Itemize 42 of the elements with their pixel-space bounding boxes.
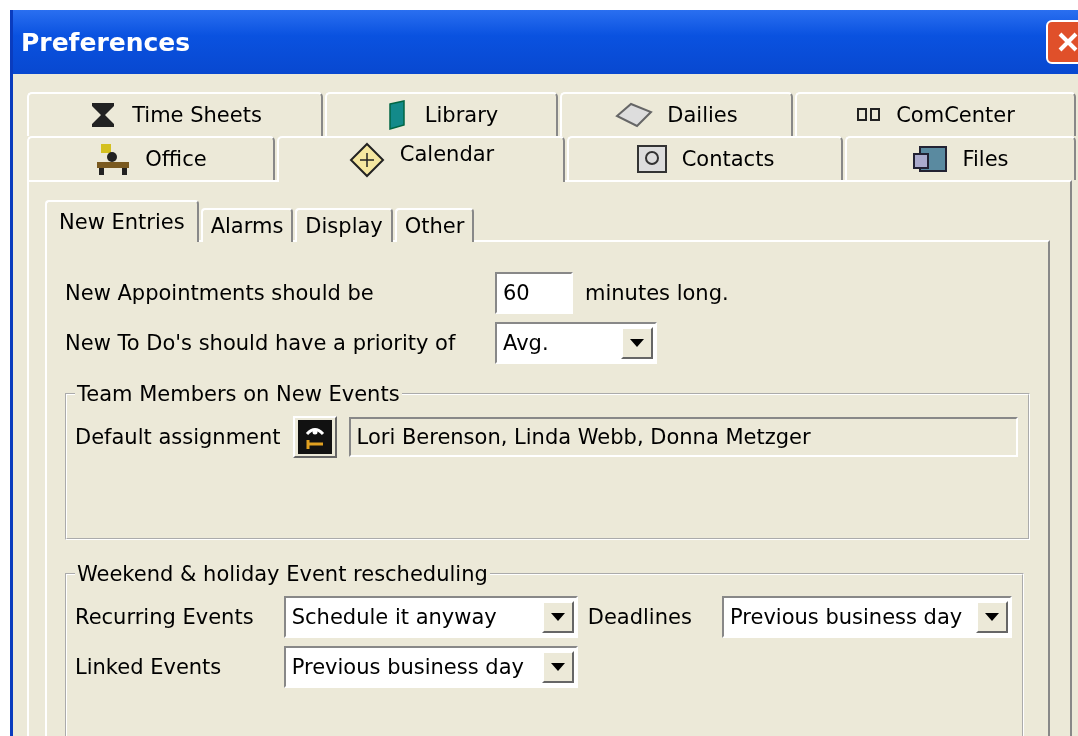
field-label: Recurring Events: [75, 605, 255, 629]
recurring-dropdown[interactable]: Schedule it anyway: [283, 596, 578, 638]
field-label: Linked Events: [75, 655, 223, 679]
pick-team-button[interactable]: [292, 416, 337, 458]
close-button[interactable]: [1046, 20, 1078, 64]
caret-icon: [550, 663, 565, 671]
tab[interactable]: Office: [27, 136, 275, 180]
dropdown-button[interactable]: [541, 601, 574, 633]
tab[interactable]: Time Sheets: [27, 92, 323, 136]
tab[interactable]: Calendar: [277, 136, 565, 182]
dropdown-button[interactable]: [621, 327, 653, 359]
desk-icon: [95, 142, 132, 176]
group-title: Team Members on New Events: [76, 382, 401, 406]
caret-icon: [630, 339, 644, 347]
dropdown-button[interactable]: [541, 651, 574, 683]
field-label: Deadlines: [587, 605, 693, 629]
tab[interactable]: Display: [295, 208, 393, 242]
tab[interactable]: Alarms: [200, 208, 294, 242]
tab[interactable]: New Entries: [45, 200, 199, 242]
tab[interactable]: Dailies: [560, 92, 793, 136]
tab[interactable]: Contacts: [567, 136, 843, 180]
caret-icon: [550, 613, 565, 621]
tab[interactable]: Other: [394, 208, 475, 242]
field-label: New To Do's should have a priority of: [65, 331, 457, 355]
group-title: Weekend & holiday Event rescheduling: [76, 562, 489, 586]
window-title: Preferences: [21, 27, 191, 57]
person-picker-icon: [297, 420, 332, 454]
tab[interactable]: Library: [325, 92, 558, 136]
dropdown-button[interactable]: [976, 601, 1008, 633]
tab[interactable]: ComCenter: [795, 92, 1076, 136]
minutes-field[interactable]: 60: [495, 272, 573, 314]
linked-dropdown[interactable]: Previous business day: [283, 646, 578, 688]
tab[interactable]: Files: [845, 136, 1076, 180]
close-icon: [1056, 30, 1078, 54]
field-suffix: minutes long.: [585, 281, 729, 305]
field-label: New Appointments should be: [65, 281, 375, 305]
deadlines-dropdown[interactable]: Previous business day: [722, 596, 1012, 638]
file-cabinet-icon: [912, 144, 949, 174]
field-label: Default assignment: [75, 425, 281, 449]
caret-icon: [985, 613, 999, 621]
assignment-field: Lori Berenson, Linda Webb, Donna Metzger: [348, 417, 1018, 457]
priority-dropdown[interactable]: Avg.: [495, 322, 657, 364]
